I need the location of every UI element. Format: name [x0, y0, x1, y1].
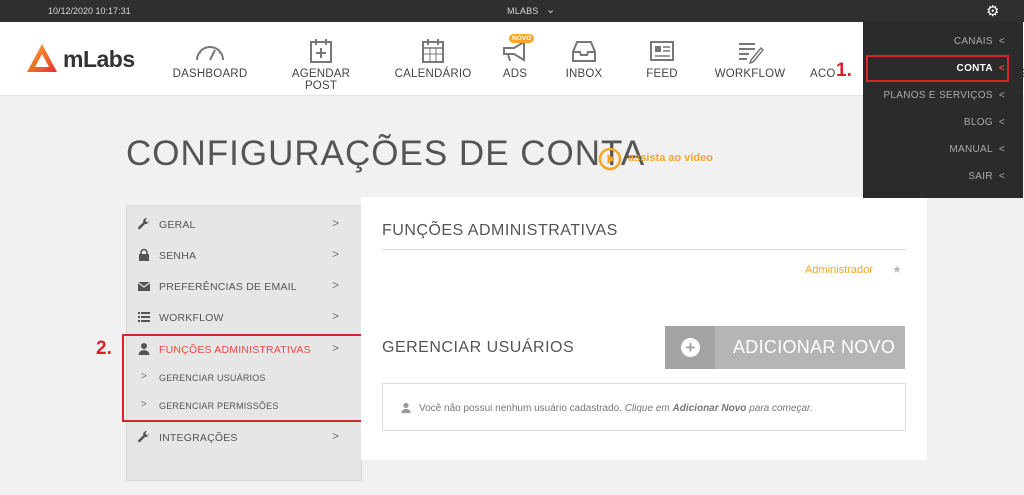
sidebar-item-label: GERAL	[159, 219, 196, 231]
star-icon[interactable]: ★	[892, 263, 902, 276]
nav-feed[interactable]: FEED	[640, 38, 684, 80]
menu-item-label: BLOG	[963, 117, 993, 128]
chevron-left-icon: <	[998, 90, 1005, 101]
funcoes-highlight-box	[122, 334, 363, 422]
nav-calendario[interactable]: CALENDÁRIO	[392, 38, 474, 80]
menu-item-sair[interactable]: SAIR <	[968, 171, 1005, 182]
novo-badge: NOVO	[509, 34, 535, 43]
chevron-right-icon: >	[331, 278, 339, 292]
logo-text: mLabs	[63, 46, 135, 72]
add-new-button[interactable]: + ADICIONAR NOVO	[665, 326, 905, 369]
chevron-right-icon: >	[331, 429, 339, 443]
nav-ads[interactable]: NOVO ADS	[495, 34, 535, 80]
watch-video-label: assista ao vídeo	[628, 152, 713, 164]
logo[interactable]: mLabs	[25, 42, 155, 78]
empty-text-prefix: Você não possui nenhum usuário cadastrad…	[419, 403, 622, 414]
menu-item-label: CANAIS	[953, 36, 993, 47]
empty-text: Você não possui nenhum usuário cadastrad…	[419, 403, 813, 414]
nav-inbox[interactable]: INBOX	[560, 38, 608, 80]
list-icon	[138, 312, 150, 322]
plus-icon: +	[681, 338, 700, 357]
chevron-down-icon[interactable]: ⌄	[546, 3, 555, 16]
user-icon	[401, 402, 411, 414]
sidebar-item-label: WORKFLOW	[159, 312, 224, 324]
calendar-plus-icon	[310, 39, 332, 63]
nav-label: CALENDÁRIO	[394, 68, 472, 80]
chevron-right-icon: >	[331, 309, 339, 323]
plus-box: +	[665, 326, 715, 369]
role-label[interactable]: Administrador	[805, 264, 873, 276]
sidebar-item-senha[interactable]: SENHA >	[127, 240, 361, 270]
add-new-label: ADICIONAR NOVO	[733, 337, 896, 357]
sidebar-item-workflow[interactable]: WORKFLOW >	[127, 302, 361, 332]
envelope-icon	[137, 282, 151, 291]
divider	[382, 249, 906, 250]
logo-icon	[27, 44, 57, 72]
gauge-icon	[196, 46, 224, 61]
menu-item-blog[interactable]: BLOG <	[964, 117, 1005, 128]
chevron-right-icon: >	[331, 247, 339, 261]
top-bar: 10/12/2020 10:17:31 MLABS ⌄ ⚙	[0, 0, 1024, 22]
nav-label-line2: POST	[304, 80, 338, 92]
empty-text-suffix: para começar.	[749, 403, 813, 414]
nav-label: ADS	[502, 68, 528, 80]
account-dropdown-menu: CANAIS < CONTA < PLANOS E SERVIÇOS < BLOG < …	[863, 22, 1023, 198]
account-switcher[interactable]: MLABS	[507, 6, 539, 16]
newspaper-icon	[650, 41, 674, 61]
chevron-left-icon: <	[998, 171, 1005, 182]
chevron-left-icon: <	[998, 117, 1005, 128]
nav-label: FEED	[646, 68, 678, 80]
empty-text-clique: Clique em	[624, 403, 670, 414]
inbox-icon	[572, 41, 596, 62]
gear-icon[interactable]: ⚙	[986, 2, 999, 20]
menu-item-label: MANUAL	[949, 144, 993, 155]
nav-workflow[interactable]: WORKFLOW	[712, 38, 788, 80]
datetime: 10/12/2020 10:17:31	[48, 6, 131, 16]
step-1-label: 1.	[836, 60, 852, 81]
sidebar-item-integracoes[interactable]: INTEGRAÇÕES >	[127, 422, 361, 452]
sidebar-item-label: PREFERÊNCIAS DE EMAIL	[159, 281, 297, 293]
chevron-left-icon: <	[998, 144, 1005, 155]
conta-highlight-box	[866, 55, 1009, 82]
nav-label: WORKFLOW	[714, 68, 786, 80]
menu-item-label: PLANOS E SERVIÇOS	[883, 90, 993, 101]
nav-label: DASHBOARD	[172, 68, 248, 80]
menu-item-label: SAIR	[968, 171, 993, 182]
chevron-left-icon: <	[998, 36, 1005, 47]
nav-label: INBOX	[565, 68, 603, 80]
manage-users-title: GERENCIAR USUÁRIOS	[382, 339, 575, 356]
list-edit-icon	[739, 43, 765, 64]
panel-title: FUNÇÕES ADMINISTRATIVAS	[382, 222, 618, 239]
nav-dashboard[interactable]: DASHBOARD	[171, 38, 249, 80]
play-icon	[598, 147, 622, 171]
chevron-right-icon: >	[331, 216, 339, 230]
empty-text-action: Adicionar Novo	[672, 403, 747, 414]
nav-label: AGENDAR	[291, 68, 351, 80]
menu-item-canais[interactable]: CANAIS <	[954, 36, 1005, 47]
wrench-icon	[137, 430, 150, 443]
page-title: CONFIGURAÇÕES DE CONTA	[126, 134, 646, 173]
menu-item-manual[interactable]: MANUAL <	[949, 144, 1005, 155]
sidebar-item-email[interactable]: PREFERÊNCIAS DE EMAIL >	[127, 271, 361, 301]
menu-item-planos[interactable]: PLANOS E SERVIÇOS <	[883, 90, 1005, 101]
main-panel: FUNÇÕES ADMINISTRATIVAS Administrador ★ …	[361, 197, 927, 460]
wrench-icon	[137, 217, 150, 230]
nav-agendar-post[interactable]: AGENDAR POST	[282, 38, 360, 92]
sidebar-item-geral[interactable]: GERAL >	[127, 209, 361, 239]
sidebar-item-label: INTEGRAÇÕES	[159, 432, 238, 444]
calendar-icon	[422, 39, 444, 63]
lock-icon	[139, 248, 149, 261]
step-2-label: 2.	[96, 338, 112, 359]
empty-users-message: Você não possui nenhum usuário cadastrad…	[382, 383, 906, 431]
sidebar-item-label: SENHA	[159, 250, 197, 262]
